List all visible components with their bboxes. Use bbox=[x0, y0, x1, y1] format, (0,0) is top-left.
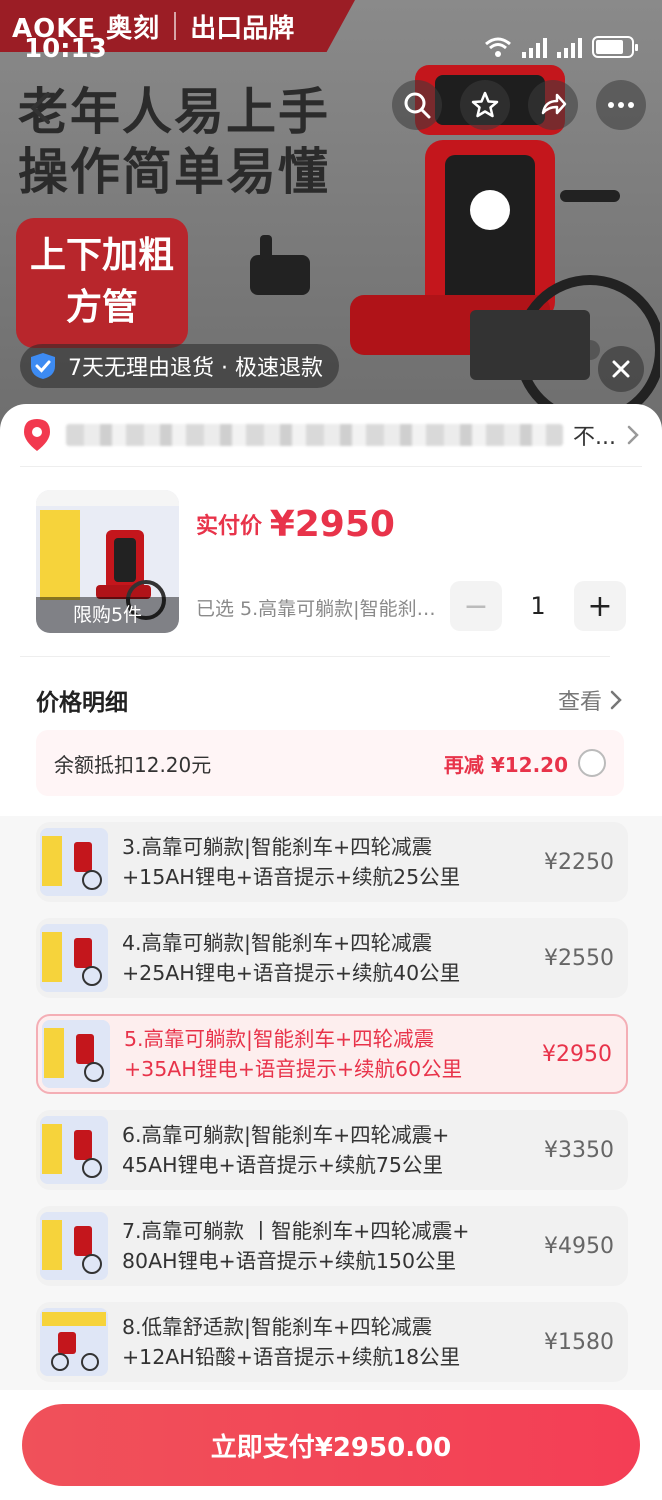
more-button[interactable] bbox=[596, 80, 646, 130]
battery-icon bbox=[592, 36, 638, 58]
price-detail-view[interactable]: 查看 bbox=[558, 684, 622, 716]
variant-name-line1: 8.低靠舒适款|智能刹车+四轮减震 bbox=[122, 1315, 433, 1339]
variant-option-3[interactable]: 3.高靠可躺款|智能刹车+四轮减震 +15AH锂电+语音提示+续航25公里 ¥2… bbox=[36, 822, 628, 902]
search-icon bbox=[404, 92, 431, 119]
variant-thumbnail bbox=[40, 924, 108, 992]
variant-thumbnail bbox=[40, 828, 108, 896]
divider bbox=[20, 466, 642, 467]
shield-check-icon bbox=[31, 353, 55, 379]
final-price-label: 实付价 bbox=[196, 514, 263, 539]
selected-variant: 已选 5.高靠可躺款|智能刹车+四轮减震+35AH锂电+语音提示+续航60公里 bbox=[196, 598, 446, 620]
pay-now-button[interactable]: 立即支付¥2950.00 bbox=[22, 1404, 640, 1486]
chevron-left-icon bbox=[30, 92, 50, 124]
variant-option-4[interactable]: 4.高靠可躺款|智能刹车+四轮减震 +25AH锂电+语音提示+续航40公里 ¥2… bbox=[36, 918, 628, 998]
variant-name-line1: 3.高靠可躺款|智能刹车+四轮减震 bbox=[122, 835, 433, 859]
quantity-increase-button[interactable]: + bbox=[574, 581, 626, 631]
signal-icon-2 bbox=[557, 36, 582, 58]
brand-divider bbox=[174, 12, 177, 40]
return-guarantee-badge: 7天无理由退货 · 极速退款 bbox=[20, 344, 339, 388]
variant-list: 3.高靠可躺款|智能刹车+四轮减震 +15AH锂电+语音提示+续航25公里 ¥2… bbox=[0, 816, 662, 1394]
variant-name-line1: 5.高靠可躺款|智能刹车+四轮减震 bbox=[124, 1027, 435, 1051]
variant-name-line2: +15AH锂电+语音提示+续航25公里 bbox=[122, 865, 461, 889]
signal-icon bbox=[522, 36, 547, 58]
price-detail-title: 价格明细 bbox=[36, 690, 128, 716]
variant-name-line1: 4.高靠可躺款|智能刹车+四轮减震 bbox=[122, 931, 433, 955]
share-icon bbox=[541, 93, 567, 115]
balance-discount: 再减 ¥12.20 bbox=[443, 752, 568, 777]
variant-name: 7.高靠可躺款 丨智能刹车+四轮减震+ 80AH锂电+语音提示+续航150公里 bbox=[122, 1216, 524, 1276]
wifi-icon bbox=[485, 37, 511, 57]
variant-thumbnail bbox=[40, 1212, 108, 1280]
variant-price: ¥1580 bbox=[544, 1329, 614, 1355]
variant-name-line2: +12AH铅酸+语音提示+续航18公里 bbox=[122, 1345, 461, 1369]
product-thumbnail[interactable]: 限购5件 bbox=[36, 490, 179, 633]
variant-price: ¥3350 bbox=[544, 1137, 614, 1163]
balance-deduction[interactable]: 余额抵扣12.20元 再减 ¥12.20 bbox=[36, 730, 624, 796]
price-detail-view-label: 查看 bbox=[557, 690, 602, 715]
chevron-right-icon bbox=[627, 425, 639, 445]
quantity-decrease-button[interactable]: − bbox=[450, 581, 502, 631]
variant-option-5-selected[interactable]: 5.高靠可躺款|智能刹车+四轮减震 +35AH锂电+语音提示+续航60公里 ¥2… bbox=[36, 1014, 628, 1094]
variant-thumbnail bbox=[40, 1308, 108, 1376]
variant-name: 5.高靠可躺款|智能刹车+四轮减震 +35AH锂电+语音提示+续航60公里 bbox=[124, 1024, 522, 1084]
balance-radio[interactable] bbox=[578, 749, 606, 777]
purchase-sheet: 不... 限购5件 实付价 ¥2950 已选 5.高靠可躺款|智能刹车+四轮减震… bbox=[0, 404, 662, 1500]
address-redacted bbox=[66, 424, 564, 446]
close-sheet-button[interactable] bbox=[598, 346, 644, 392]
star-icon bbox=[471, 91, 499, 118]
chevron-right-icon bbox=[610, 690, 622, 710]
favorite-button[interactable] bbox=[460, 80, 510, 130]
back-button[interactable] bbox=[18, 86, 62, 130]
variant-price: ¥2250 bbox=[544, 849, 614, 875]
variant-name-line2: 45AH锂电+语音提示+续航75公里 bbox=[122, 1153, 443, 1177]
shipping-address: 不... bbox=[66, 420, 616, 450]
pay-bar: 立即支付¥2950.00 bbox=[0, 1390, 662, 1500]
purchase-limit: 限购5件 bbox=[36, 597, 179, 633]
status-icons bbox=[484, 36, 638, 58]
feature-badge-line2: 方管 bbox=[65, 287, 138, 328]
variant-name: 6.高靠可躺款|智能刹车+四轮减震+ 45AH锂电+语音提示+续航75公里 bbox=[122, 1120, 524, 1180]
price-detail-row[interactable]: 价格明细 查看 bbox=[36, 680, 622, 720]
top-actions bbox=[392, 80, 646, 130]
final-price: 实付价 ¥2950 bbox=[196, 504, 395, 545]
variant-name-line2: +25AH锂电+语音提示+续航40公里 bbox=[122, 961, 461, 985]
balance-deduction-right: 再减 ¥12.20 bbox=[444, 749, 606, 778]
brand-tag: 出口品牌 bbox=[190, 13, 295, 44]
quantity-stepper: − 1 + bbox=[450, 581, 626, 631]
feature-badge-line1: 上下加粗 bbox=[29, 235, 174, 276]
divider bbox=[20, 656, 610, 657]
balance-deduction-label: 余额抵扣12.20元 bbox=[54, 752, 212, 777]
more-dots-icon bbox=[608, 102, 634, 108]
variant-option-8[interactable]: 8.低靠舒适款|智能刹车+四轮减震 +12AH铅酸+语音提示+续航18公里 ¥1… bbox=[36, 1302, 628, 1382]
location-pin-icon bbox=[24, 419, 50, 451]
variant-name-line2: 80AH锂电+语音提示+续航150公里 bbox=[122, 1249, 457, 1273]
address-tail: 不... bbox=[573, 425, 616, 450]
quantity-value: 1 bbox=[530, 592, 546, 620]
status-time: 10:13 bbox=[24, 34, 107, 64]
variant-option-6[interactable]: 6.高靠可躺款|智能刹车+四轮减震+ 45AH锂电+语音提示+续航75公里 ¥3… bbox=[36, 1110, 628, 1190]
variant-price: ¥2950 bbox=[542, 1041, 612, 1067]
share-button[interactable] bbox=[528, 80, 578, 130]
variant-name: 8.低靠舒适款|智能刹车+四轮减震 +12AH铅酸+语音提示+续航18公里 bbox=[122, 1312, 524, 1372]
variant-option-7[interactable]: 7.高靠可躺款 丨智能刹车+四轮减震+ 80AH锂电+语音提示+续航150公里 … bbox=[36, 1206, 628, 1286]
shipping-address-row[interactable]: 不... bbox=[0, 404, 662, 466]
variant-name: 3.高靠可躺款|智能刹车+四轮减震 +15AH锂电+语音提示+续航25公里 bbox=[122, 832, 524, 892]
return-guarantee-text: 7天无理由退货 · 极速退款 bbox=[68, 356, 323, 381]
variant-thumbnail bbox=[42, 1020, 110, 1088]
close-icon bbox=[612, 360, 630, 378]
variant-name-line1: 6.高靠可躺款|智能刹车+四轮减震+ bbox=[122, 1123, 450, 1147]
variant-thumbnail bbox=[40, 1116, 108, 1184]
search-button[interactable] bbox=[392, 80, 442, 130]
final-price-value: ¥2950 bbox=[269, 504, 395, 545]
variant-name: 4.高靠可躺款|智能刹车+四轮减震 +25AH锂电+语音提示+续航40公里 bbox=[122, 928, 524, 988]
variant-price: ¥2550 bbox=[544, 945, 614, 971]
variant-name-line2: +35AH锂电+语音提示+续航60公里 bbox=[124, 1057, 463, 1081]
variant-price: ¥4950 bbox=[544, 1233, 614, 1259]
variant-name-line1: 7.高靠可躺款 丨智能刹车+四轮减震+ bbox=[122, 1219, 470, 1243]
product-hero-image: AOKE 奥刻 出口品牌 老年人易上手 操作简单易懂 上下加粗 方管 10:13 bbox=[0, 0, 662, 430]
feature-badge: 上下加粗 方管 bbox=[16, 218, 188, 348]
